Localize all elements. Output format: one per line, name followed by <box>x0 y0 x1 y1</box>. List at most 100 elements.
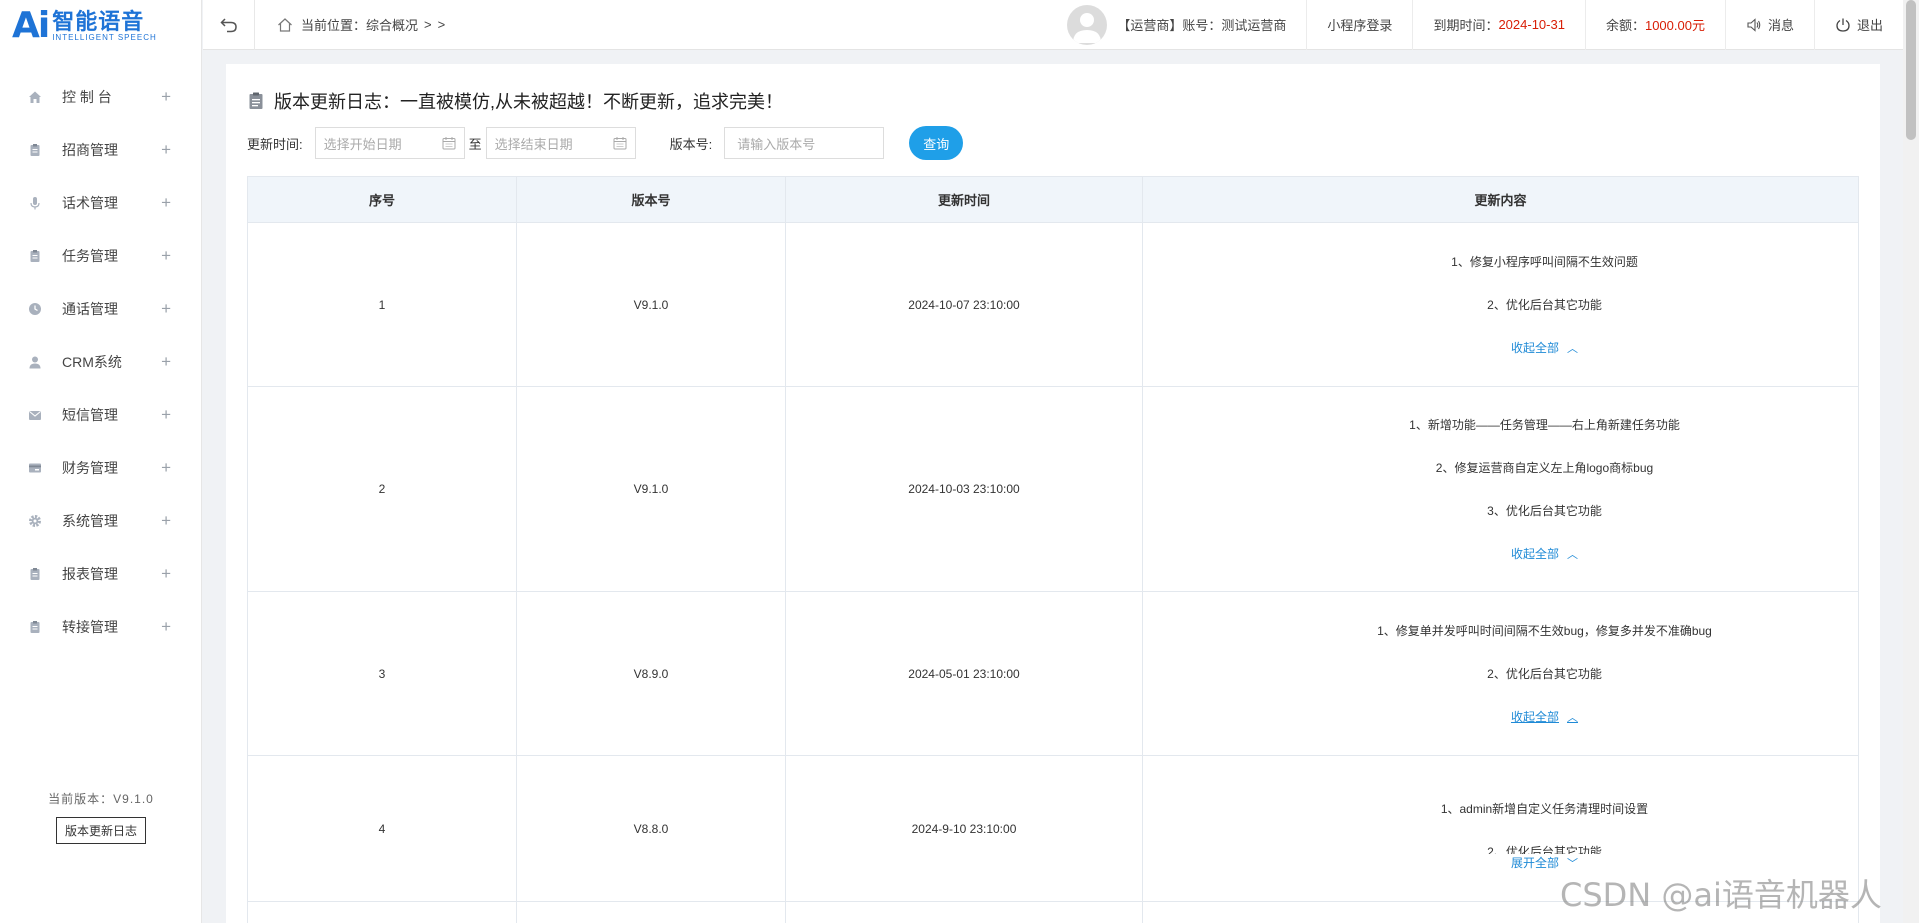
end-date-placeholder: 选择结束日期 <box>494 136 573 152</box>
document-icon <box>249 92 263 109</box>
expand-plus-icon[interactable]: + <box>161 246 171 266</box>
logout-button[interactable]: 退出 <box>1813 0 1903 50</box>
content-line: 2、优化后台其它功能 <box>1487 298 1602 312</box>
breadcrumb-current[interactable]: 综合概况 <box>366 15 418 34</box>
version-log-button[interactable]: 版本更新日志 <box>55 817 146 844</box>
start-date-placeholder: 选择开始日期 <box>323 136 402 152</box>
balance-label: 余额： <box>1605 18 1645 33</box>
expand-plus-icon[interactable]: + <box>161 405 171 425</box>
filter-bar: 更新时间: 选择开始日期 至 选择结束日期 版本号: 请输入版本号 查询 <box>247 126 964 160</box>
app-logo[interactable]: Ai 智能语音 INTELLIGENT SPEECH <box>0 0 201 52</box>
expand-plus-icon[interactable]: + <box>161 458 171 478</box>
chevron-up-icon: ︿ <box>1567 711 1578 724</box>
sidebar-item-label: 通话管理 <box>62 300 118 317</box>
account-label: 【运营商】账号：测试运营商 <box>1117 18 1287 33</box>
sidebar-item-label: 转接管理 <box>62 618 118 635</box>
logout-label: 退出 <box>1856 18 1883 33</box>
account-info[interactable]: 【运营商】账号：测试运营商 <box>1047 0 1306 50</box>
sidebar-item-sms[interactable]: 短信管理 + <box>0 388 201 441</box>
clipboard-icon <box>28 249 42 263</box>
column-header-time: 更新时间 <box>785 176 1143 223</box>
expand-plus-icon[interactable]: + <box>161 299 171 319</box>
logo-name: 智能语音 <box>52 8 145 34</box>
undo-icon <box>219 17 237 32</box>
query-button[interactable]: 查询 <box>909 126 964 160</box>
sidebar-item-finance[interactable]: 财务管理 + <box>0 441 201 494</box>
sidebar-item-label: 系统管理 <box>62 512 118 529</box>
start-date-input[interactable]: 选择开始日期 <box>314 127 465 159</box>
content-line: 2、优化后台其它功能 <box>1487 845 1602 854</box>
cell-time: 2024-05-01 23:10:00 <box>785 591 1143 756</box>
back-button[interactable] <box>203 0 255 50</box>
cell-version: V8.8.0 <box>516 755 786 902</box>
speaker-icon <box>1747 17 1761 32</box>
sidebar-item-label: 招商管理 <box>62 141 118 158</box>
cell-time: 2024-9-10 23:10:00 <box>785 755 1143 902</box>
range-separator: 至 <box>468 136 482 152</box>
sidebar-item-tasks[interactable]: 任务管理 + <box>0 229 201 282</box>
expire-label: 到期时间： <box>1433 18 1499 33</box>
table-row: 2 V9.1.0 2024-10-03 23:10:00 1、新增功能——任务管… <box>247 386 1859 592</box>
cell-index: 1 <box>247 222 517 387</box>
table-header-row: 序号 版本号 更新时间 更新内容 <box>247 176 1859 223</box>
chevron-down-icon: ﹀ <box>1567 857 1578 870</box>
expand-plus-icon[interactable]: + <box>161 193 171 213</box>
sidebar-item-merchants[interactable]: 招商管理 + <box>0 123 201 176</box>
clipboard-icon <box>28 567 42 581</box>
clock-icon <box>28 302 42 316</box>
content-line: 1、admin新增自定义任务清理时间设置 <box>1440 802 1649 816</box>
sidebar-item-calls[interactable]: 通话管理 + <box>0 282 201 335</box>
sidebar-item-scripts[interactable]: 话术管理 + <box>0 176 201 229</box>
header-right: 【运营商】账号：测试运营商 小程序登录 到期时间： 2024-10-31 余额：… <box>1047 0 1903 50</box>
sidebar-item-label: 财务管理 <box>62 459 118 476</box>
version-input[interactable]: 请输入版本号 <box>724 127 885 159</box>
top-header: 当前位置： 综合概况 > > 【运营商】账号：测试运营商 小程序登录 到期时间：… <box>203 0 1903 50</box>
power-icon <box>1836 18 1850 32</box>
mini-program-login[interactable]: 小程序登录 <box>1306 0 1412 50</box>
version-label: 版本号: <box>669 136 713 152</box>
expire-value: 2024-10-31 <box>1498 17 1565 32</box>
sidebar-item-transfer[interactable]: 转接管理 + <box>0 600 201 653</box>
column-header-content: 更新内容 <box>1142 176 1859 223</box>
avatar[interactable] <box>1067 4 1108 45</box>
cell-version: V9.1.0 <box>516 386 786 592</box>
calendar-icon <box>613 137 627 150</box>
expire-info: 到期时间： 2024-10-31 <box>1412 0 1585 50</box>
expand-plus-icon[interactable]: + <box>161 564 171 584</box>
cell-time: 2024-10-03 23:10:00 <box>785 386 1143 592</box>
collapse-all-link[interactable]: 收起全部 ︿ <box>1511 708 1578 725</box>
collapse-all-link[interactable]: 收起全部 ︿ <box>1511 545 1578 562</box>
sidebar-item-dashboard[interactable]: 控 制 台 + <box>0 70 201 123</box>
sidebar-item-label: CRM系统 <box>62 353 122 370</box>
cell-time: 2024-10-07 23:10:00 <box>785 222 1143 387</box>
version-log-table: 序号 版本号 更新时间 更新内容 1 V9.1.0 2024-10-07 23:… <box>247 176 1859 923</box>
balance-info: 余额： 1000.00元 <box>1584 0 1725 50</box>
sidebar-item-label: 任务管理 <box>62 247 118 264</box>
expand-plus-icon[interactable]: + <box>161 511 171 531</box>
end-date-input[interactable]: 选择结束日期 <box>485 127 636 159</box>
content-line: 1、新增功能——任务管理——右上角新建任务功能 <box>1409 418 1680 432</box>
logo-subtitle: INTELLIGENT SPEECH <box>52 33 157 43</box>
sidebar-menu: 控 制 台 + 招商管理 + 话术管理 + 任务管理 + 通话管理 + CRM系… <box>0 70 201 653</box>
breadcrumb-prefix: 当前位置： <box>301 18 367 33</box>
collapse-all-link[interactable]: 收起全部 ︿ <box>1511 339 1578 356</box>
sidebar-item-system[interactable]: 系统管理 + <box>0 494 201 547</box>
expand-all-link[interactable]: 展开全部 ﹀ <box>1511 854 1578 871</box>
page-title-text: 版本更新日志：一直被模仿,从未被超越！不断更新，追求完美！ <box>274 92 783 112</box>
scrollbar-thumb[interactable] <box>1906 0 1916 140</box>
sidebar-item-label: 报表管理 <box>62 565 118 582</box>
messages-button[interactable]: 消息 <box>1724 0 1814 50</box>
vertical-scrollbar[interactable] <box>1903 0 1919 923</box>
clipboard-icon <box>28 143 42 157</box>
current-version: 当前版本：V9.1.0 <box>48 792 154 806</box>
expand-plus-icon[interactable]: + <box>161 617 171 637</box>
home-icon[interactable] <box>277 17 293 33</box>
expand-plus-icon[interactable]: + <box>161 352 171 372</box>
sidebar-item-reports[interactable]: 报表管理 + <box>0 547 201 600</box>
sidebar-item-crm[interactable]: CRM系统 + <box>0 335 201 388</box>
expand-plus-icon[interactable]: + <box>161 87 171 107</box>
content-card: 版本更新日志：一直被模仿,从未被超越！不断更新，追求完美！ 更新时间: 选择开始… <box>226 64 1880 923</box>
sidebar-item-label: 控 制 台 <box>62 88 112 105</box>
version-box: 当前版本：V9.1.0 版本更新日志 <box>0 790 202 844</box>
expand-plus-icon[interactable]: + <box>161 140 171 160</box>
